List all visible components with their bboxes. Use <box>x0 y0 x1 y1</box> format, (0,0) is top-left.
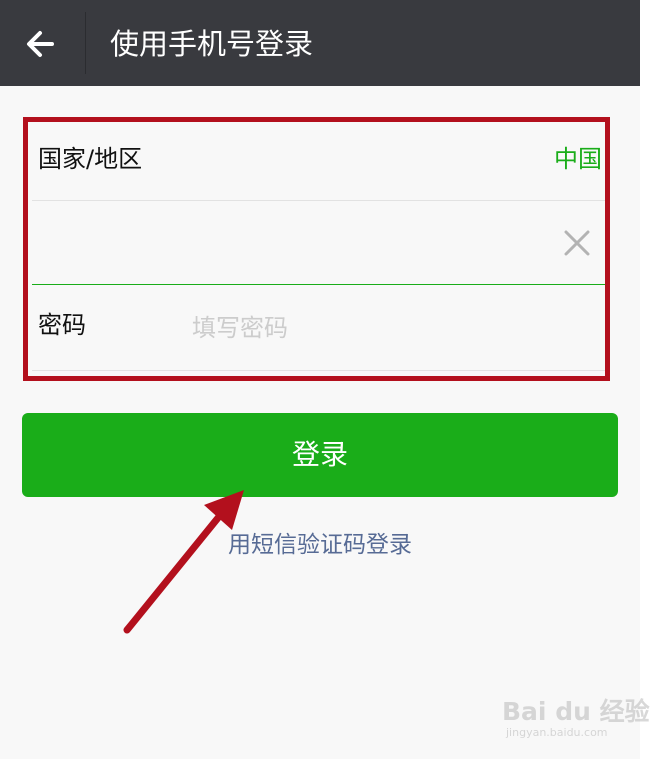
row-divider <box>32 200 608 201</box>
phone-input[interactable] <box>38 224 522 260</box>
login-button[interactable]: 登录 <box>22 413 618 497</box>
region-label: 国家/地区 <box>38 145 143 173</box>
page-title: 使用手机号登录 <box>110 27 314 61</box>
right-edge-strip <box>640 0 655 759</box>
phone-row <box>32 202 608 282</box>
password-row: 密码 <box>32 288 608 368</box>
region-value[interactable]: 中国 <box>554 142 602 176</box>
watermark-brand: Bai du 经验 <box>502 697 650 726</box>
sms-login-link[interactable]: 用短信验证码登录 <box>0 528 640 562</box>
header-divider <box>85 12 86 74</box>
baidu-watermark: Bai du 经验 jingyan.baidu.com <box>496 690 650 750</box>
row-divider <box>32 370 608 371</box>
watermark-url: jingyan.baidu.com <box>506 726 608 739</box>
header-bar: 使用手机号登录 <box>0 0 640 86</box>
phone-focus-line <box>32 284 608 285</box>
clear-button[interactable] <box>562 228 592 258</box>
login-form: 国家/地区 中国 密码 <box>32 122 608 380</box>
password-label: 密码 <box>38 311 86 339</box>
clear-x-icon <box>564 230 590 256</box>
region-row[interactable]: 国家/地区 中国 <box>32 122 608 202</box>
back-button[interactable] <box>18 22 62 66</box>
back-arrow-icon <box>27 31 54 57</box>
password-input[interactable] <box>190 310 594 346</box>
